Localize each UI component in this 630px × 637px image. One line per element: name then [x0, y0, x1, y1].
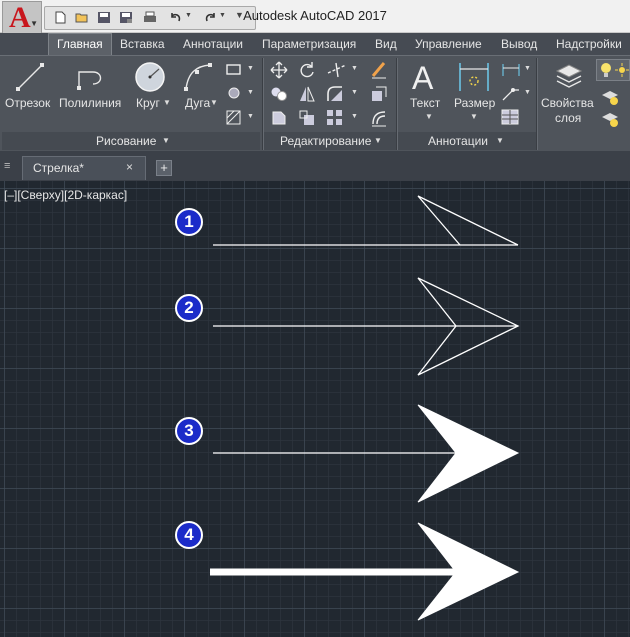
layer-state-icon[interactable]: [600, 110, 620, 128]
svg-text:A: A: [412, 60, 434, 94]
window-title: Autodesk AutoCAD 2017: [243, 8, 387, 23]
circle-dropdown-icon[interactable]: ▼: [163, 98, 171, 107]
rotate-tool-icon[interactable]: [298, 61, 316, 79]
file-tab-strelka[interactable]: Стрелка* ×: [22, 156, 146, 180]
panel-divider: [536, 58, 538, 150]
layer-tool-icon[interactable]: [600, 88, 620, 106]
number-badge-2: 2: [175, 294, 203, 322]
annotation-panel-title[interactable]: Аннотации: [428, 134, 488, 148]
tab-output[interactable]: Вывод: [501, 37, 537, 51]
text-tool-icon[interactable]: A: [410, 60, 440, 94]
tab-annotate[interactable]: Аннотации: [183, 37, 243, 51]
number-badge-3: 3: [175, 417, 203, 445]
stretch-tool-icon[interactable]: [270, 109, 288, 127]
tab-parametric[interactable]: Параметризация: [262, 37, 356, 51]
tab-view[interactable]: Вид: [375, 37, 397, 51]
copy-tool-icon[interactable]: [270, 85, 288, 103]
fillet-dropdown-icon[interactable]: ▼: [351, 89, 358, 96]
line-tool-icon[interactable]: [14, 61, 46, 93]
layer-properties-icon[interactable]: [553, 61, 583, 91]
ribbon: Отрезок Полилиния Круг ▼ Дуга ▼ ▼ ▼ ▼ Ри…: [0, 55, 630, 152]
scale-tool-icon[interactable]: [298, 109, 316, 127]
line-tool-label[interactable]: Отрезок: [5, 96, 50, 110]
leader-tool-icon[interactable]: [501, 86, 521, 102]
polyline-tool-icon[interactable]: [75, 62, 107, 92]
dimension-tool-label[interactable]: Размер: [454, 96, 495, 110]
hatch-tool-icon[interactable]: [226, 86, 244, 100]
file-tab-label: Стрелка*: [33, 161, 84, 175]
linear-dimension-icon[interactable]: [501, 62, 521, 78]
modify-panel-expand-icon[interactable]: ▼: [374, 136, 382, 145]
circle-tool-label[interactable]: Круг: [136, 96, 160, 110]
arc-tool-icon[interactable]: [182, 61, 214, 93]
draw-panel-expand-icon[interactable]: ▼: [162, 136, 170, 145]
number-badge-4: 4: [175, 521, 203, 549]
linear-dimension-dropdown-icon[interactable]: ▼: [524, 65, 531, 72]
arrow-4-thick-filled: [210, 522, 520, 621]
arrow-2-full-outline: [213, 277, 520, 376]
title-bar: A ▼ ▼ ▼ ▼ Autodesk AutoCAD 2017: [0, 0, 630, 37]
circle-tool-icon[interactable]: [133, 60, 167, 94]
trim-tool-icon[interactable]: [326, 61, 348, 79]
erase-tool-icon[interactable]: [370, 60, 388, 80]
hatch-dropdown-icon[interactable]: ▼: [247, 89, 254, 96]
lightbulb-icon: [601, 63, 611, 77]
layer-properties-label-line1[interactable]: Свойства: [541, 96, 594, 110]
tab-manage[interactable]: Управление: [415, 37, 482, 51]
fillet-tool-icon[interactable]: [326, 85, 344, 103]
gradient-tool-icon[interactable]: [226, 110, 244, 126]
rectangle-tool-icon[interactable]: [226, 63, 244, 77]
move-tool-icon[interactable]: [270, 61, 288, 79]
explode-tool-icon[interactable]: [370, 85, 388, 103]
layer-properties-label-line2[interactable]: слоя: [555, 111, 581, 125]
number-badge-1: 1: [175, 208, 203, 236]
close-icon[interactable]: ×: [126, 160, 133, 174]
arc-tool-label[interactable]: Дуга: [185, 96, 210, 110]
mirror-tool-icon[interactable]: [298, 85, 316, 103]
file-tabs-menu-icon[interactable]: ≡: [4, 160, 14, 176]
ribbon-tab-bar: Главная Вставка Аннотации Параметризация…: [0, 33, 630, 55]
arrow-1-half-outline: [213, 195, 519, 246]
layer-dropdown[interactable]: [596, 59, 630, 81]
array-tool-icon[interactable]: [326, 109, 344, 127]
drawing-arrows: [210, 195, 520, 621]
tab-addins[interactable]: Надстройки: [556, 37, 622, 51]
arrow-3-filled-head: [213, 404, 520, 503]
tab-home[interactable]: Главная: [48, 33, 112, 55]
tab-insert[interactable]: Вставка: [120, 37, 165, 51]
offset-tool-icon[interactable]: [370, 109, 388, 127]
trim-dropdown-icon[interactable]: ▼: [351, 65, 358, 72]
gradient-dropdown-icon[interactable]: ▼: [247, 113, 254, 120]
polyline-tool-label[interactable]: Полилиния: [59, 96, 121, 110]
array-dropdown-icon[interactable]: ▼: [351, 113, 358, 120]
rectangle-dropdown-icon[interactable]: ▼: [247, 65, 254, 72]
table-tool-icon[interactable]: [501, 109, 519, 125]
leader-dropdown-icon[interactable]: ▼: [524, 89, 531, 96]
text-tool-label[interactable]: Текст: [410, 96, 440, 110]
text-dropdown-icon[interactable]: ▼: [425, 112, 433, 121]
new-tab-button[interactable]: +: [156, 160, 172, 176]
draw-panel-title[interactable]: Рисование: [96, 134, 156, 148]
modify-panel-title[interactable]: Редактирование: [280, 134, 371, 148]
dimension-tool-icon[interactable]: [458, 61, 490, 93]
dimension-dropdown-icon[interactable]: ▼: [470, 112, 478, 121]
sun-icon: [615, 63, 629, 77]
arc-dropdown-icon[interactable]: ▼: [210, 98, 218, 107]
annotation-panel-expand-icon[interactable]: ▼: [496, 136, 504, 145]
